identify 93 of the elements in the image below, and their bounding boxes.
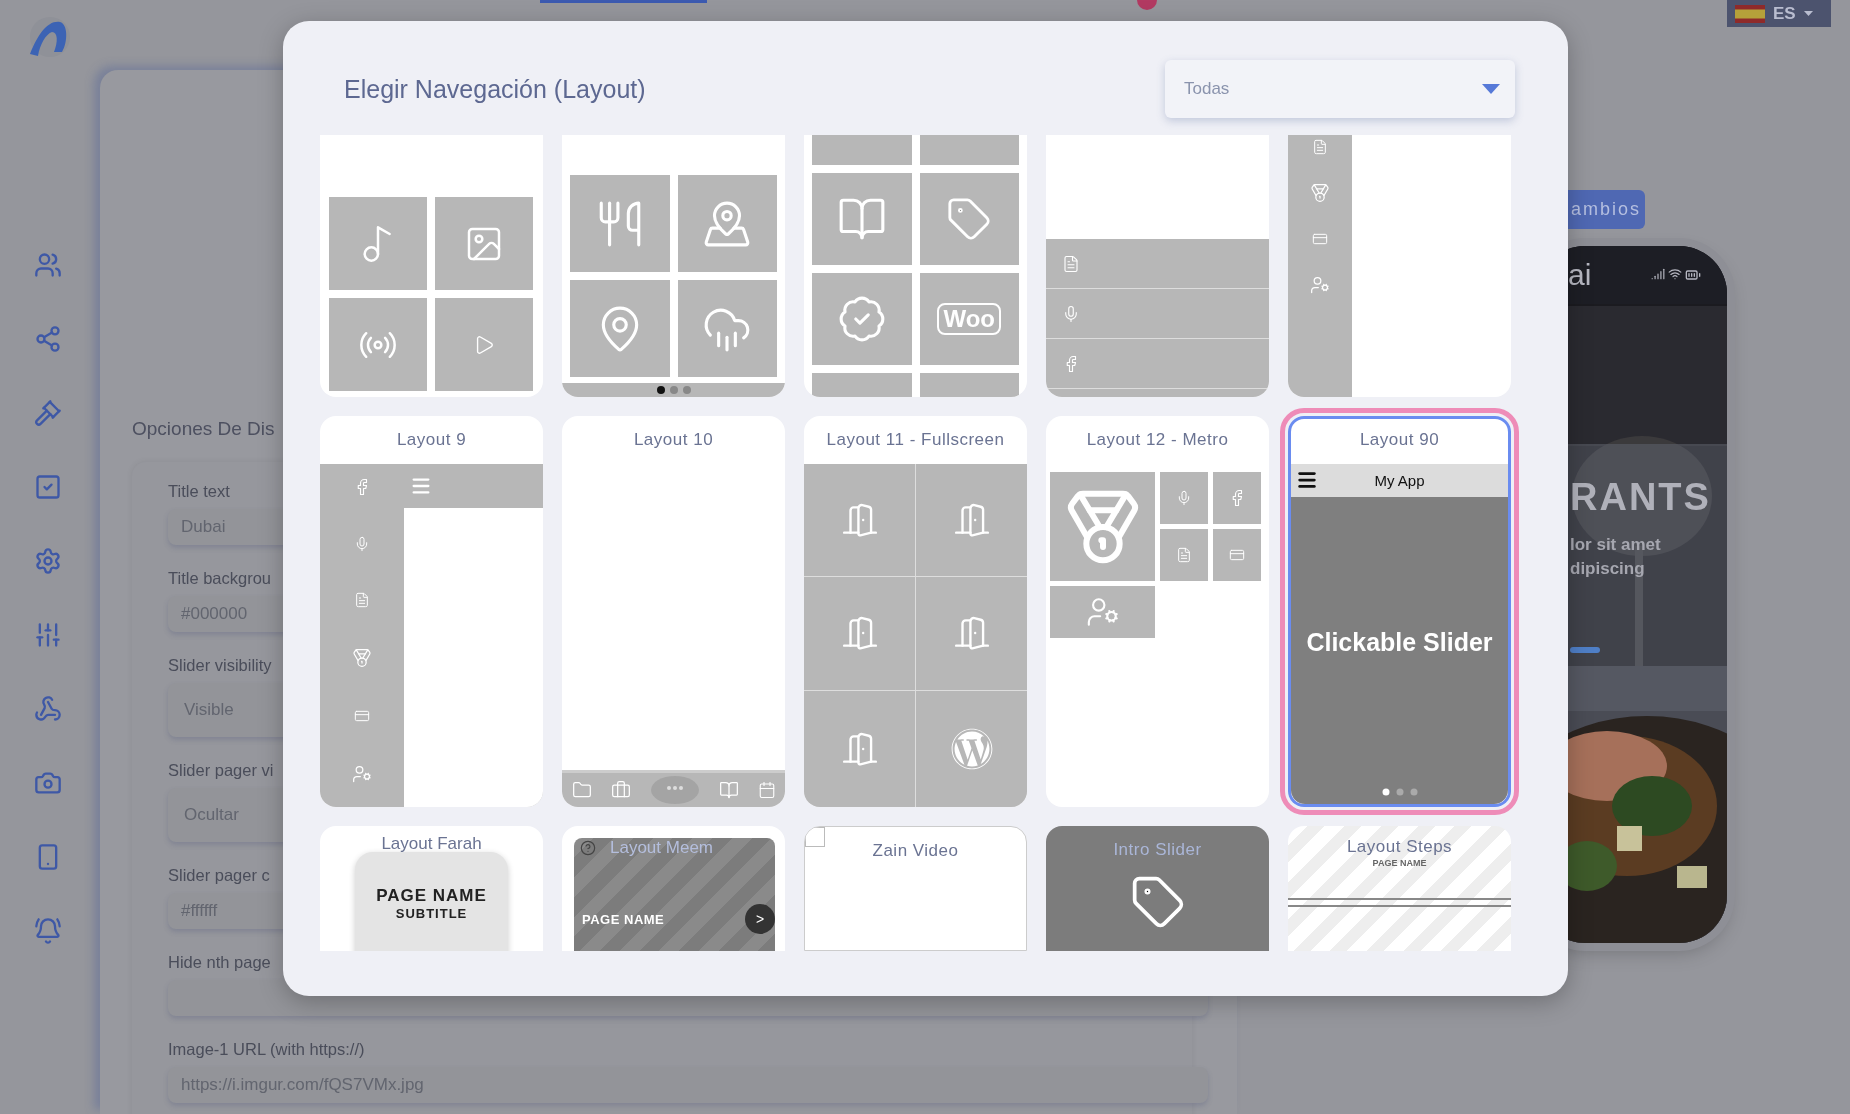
field-label: Slider pager c (168, 866, 270, 885)
bell-icon[interactable] (33, 917, 62, 945)
card-icon (1312, 231, 1328, 247)
layout-title: Layout Meem (610, 838, 713, 858)
user-gear-icon (352, 764, 372, 784)
menu-icon (410, 475, 432, 497)
field-label: Title text (168, 482, 230, 501)
language-selector[interactable]: ES (1727, 0, 1831, 27)
page-name: PAGE NAME (376, 886, 487, 906)
layout-card[interactable]: Layout 12 - Metro (1046, 416, 1269, 807)
flag-icon (1735, 4, 1765, 23)
layout-title: Layout 12 - Metro (1085, 429, 1230, 451)
layout-card[interactable]: Zain Video (804, 826, 1027, 951)
pager-dot-icon (669, 386, 678, 394)
layout-card[interactable]: Layout 9 (320, 416, 543, 807)
layout-title: Intro Slider (1113, 839, 1202, 861)
slide-headline: RANTS (1570, 476, 1712, 519)
layout-title: Layout 90 (1358, 429, 1441, 451)
microphone-icon (354, 536, 370, 552)
layout-card[interactable]: Layout Meem PAGE NAME > (562, 826, 785, 951)
microphone-icon (1176, 490, 1192, 506)
tag-icon (946, 196, 993, 242)
document-icon (1062, 254, 1080, 273)
video-frame-icon (805, 827, 825, 847)
tile-label: Woo (937, 303, 1001, 335)
wifi-icon (1668, 267, 1683, 281)
layout-card[interactable]: Layout Farah PAGE NAME SUBTITLE (320, 826, 543, 951)
layout-card[interactable] (1046, 135, 1269, 397)
medal-icon (1310, 183, 1330, 203)
slide-text: lor sit amet (1570, 534, 1662, 556)
app-title: ai (1568, 258, 1592, 292)
app-title: My App (1374, 472, 1425, 489)
pager-dash-icon (1570, 647, 1600, 653)
page-name: PAGE NAME (1372, 858, 1427, 868)
field-label: Slider visibility (168, 656, 272, 675)
field-label: Slider pager vi (168, 761, 274, 780)
door-icon (840, 501, 879, 540)
user-gear-icon (1085, 595, 1120, 629)
users-icon[interactable] (33, 251, 62, 279)
user-gear-icon (1310, 275, 1330, 295)
help-icon (580, 840, 596, 856)
door-icon (840, 614, 879, 653)
caret-icon (1481, 83, 1501, 95)
layout-card[interactable]: Layout 11 - Fullscreen (804, 416, 1027, 807)
field-label: Title backgrou (168, 569, 272, 588)
layout-card[interactable] (320, 135, 543, 397)
slide-title: Clickable Slider (1306, 628, 1493, 657)
signal-icon (1651, 267, 1666, 281)
dialog-title: Elegir Navegación (Layout) (344, 74, 646, 104)
layout-title: Layout 10 (632, 429, 715, 451)
document-icon (354, 592, 370, 608)
page-subtitle: SUBTITLE (395, 906, 468, 921)
document-icon (1312, 139, 1328, 155)
calendar-icon (757, 781, 776, 799)
layout-title: Layout Farah (381, 834, 482, 854)
medal-icon (352, 648, 372, 668)
folder-icon (571, 780, 592, 800)
layout-card[interactable] (1288, 135, 1511, 397)
pager-dot-icon (656, 386, 665, 394)
filter-select[interactable]: Todas (1165, 60, 1515, 118)
menu-icon (1296, 469, 1318, 491)
slide-text: dipiscing (1570, 558, 1646, 580)
layout-card[interactable] (562, 135, 785, 397)
sliders-icon[interactable] (33, 621, 62, 649)
pager-dots-icon (1381, 788, 1418, 796)
layout-card[interactable]: Layout 10 (562, 416, 785, 807)
layout-title: Layout 9 (395, 429, 468, 451)
battery-icon (1685, 267, 1702, 283)
field-label: Image-1 URL (with https://) (168, 1040, 365, 1059)
door-icon (952, 501, 991, 540)
wordpress-icon (950, 727, 993, 770)
section-heading: Opciones De Dis (132, 418, 275, 440)
center-bump-icon (649, 776, 700, 804)
share-icon[interactable] (33, 325, 62, 353)
field-label: Hide nth page (168, 953, 271, 972)
page-name: PAGE NAME (582, 911, 665, 927)
layout-title: Layout Steps (1346, 836, 1453, 858)
book-icon (718, 780, 739, 800)
layout-title: Zain Video (871, 840, 960, 862)
settings-icon[interactable] (33, 547, 62, 575)
webhook-icon[interactable] (33, 695, 62, 723)
layout-card[interactable]: Layout Steps PAGE NAME (1288, 826, 1511, 951)
checkbox-icon[interactable] (33, 473, 62, 501)
card-icon (1229, 547, 1245, 563)
door-icon (952, 614, 991, 653)
microphone-icon (1062, 304, 1080, 323)
briefcase-icon (610, 780, 631, 800)
caret-icon (1803, 11, 1813, 16)
document-icon (1176, 547, 1192, 563)
card-icon (354, 708, 370, 724)
pager-dot-icon (682, 386, 691, 394)
gavel-icon[interactable] (33, 399, 62, 427)
layout-title: Layout 11 - Fullscreen (825, 429, 1006, 451)
